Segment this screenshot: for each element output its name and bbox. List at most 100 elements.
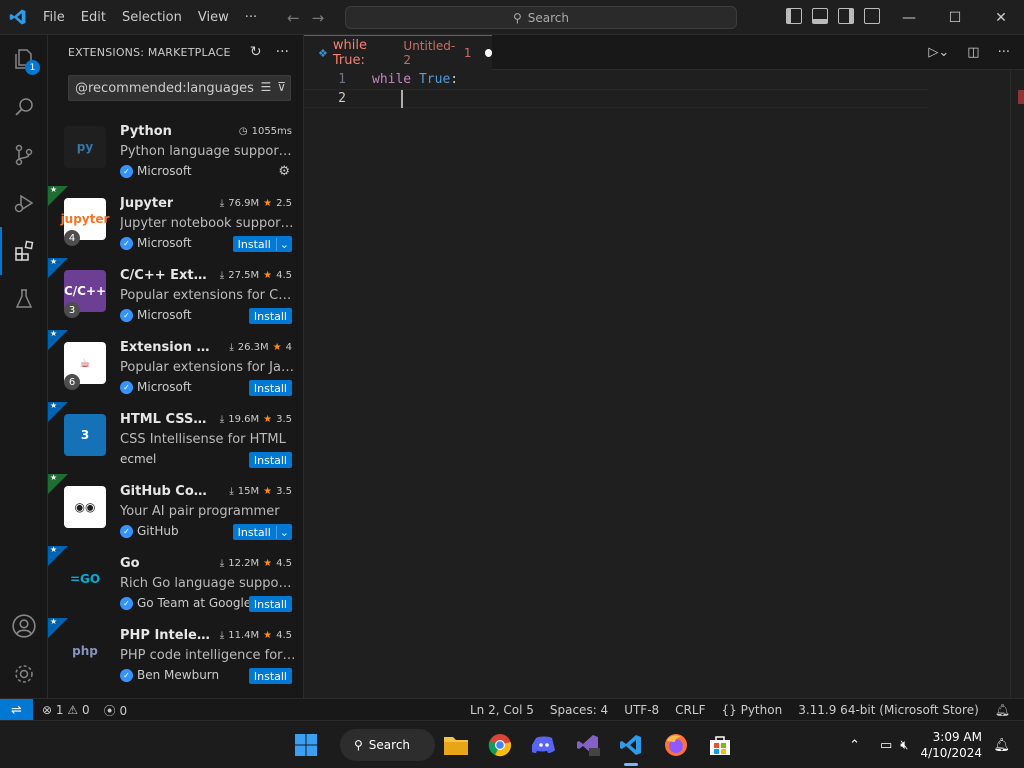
volume-muted-icon[interactable]: 🔇︎ [900,738,908,753]
show-hidden-icons-chevron-icon[interactable]: ⌃ [849,738,860,753]
install-button[interactable]: Install [248,668,292,684]
unsaved-dot-icon[interactable] [484,49,493,57]
manage-extension-gear-icon[interactable]: ⚙ [278,164,290,179]
install-button[interactable]: Install ⌄ [232,236,292,252]
install-button[interactable]: Install [248,596,292,612]
extension-name: Python [120,124,172,139]
extension-list-item[interactable]: ★☕6Extension Pa...⤓26.3M★4Popular extens… [48,329,303,402]
extension-list-item[interactable]: ★3HTML CSS S...⤓19.6M★3.5CSS Intellisens… [48,401,303,474]
install-dropdown-chevron-icon[interactable]: ⌄ [275,237,292,251]
command-center-search[interactable]: ⚲ Search [345,6,737,29]
line-endings[interactable]: CRLF [675,703,705,717]
taskbar-search-label: Search [368,738,411,752]
text-cursor [401,90,403,108]
extension-downloads: 15M [237,486,260,497]
chrome-app[interactable] [484,729,516,761]
filter-icon[interactable]: ⊽ [277,80,286,94]
tab-untitled-2[interactable]: ❖ while True: Untitled-2 1 [304,35,493,70]
command-center-label: Search [527,10,570,25]
problems-indicator[interactable]: ⊗ 1 ⚠ 0 [42,703,90,717]
clock[interactable]: 3:09 AM 4/10/2024 [920,729,982,761]
download-icon: ⤓ [219,630,225,641]
extension-description: Popular extensions for C++ ... [120,288,296,303]
close-button[interactable]: ✕ [978,0,1024,35]
extension-stats: ⤓ 11.4M ★ 4.5 [220,630,292,641]
firefox-app[interactable] [660,729,692,761]
extension-list-item[interactable]: ★ jupyter 4 Jupyter ⤓ 76.9M ★ 2.5 Jupyter notebo… [48,185,303,258]
split-editor-icon[interactable]: ◫ [967,45,979,60]
toggle-primary-sidebar-icon[interactable] [786,8,802,24]
install-dropdown-chevron-icon[interactable]: ⌄ [275,525,292,539]
verified-publisher-icon: ✓ [120,380,133,394]
extension-list-item[interactable]: ★ C/C++ 3 C/C++ Exte... ⤓ 27.5M ★ 4.5 Popular ex… [48,257,303,330]
visual-studio-preview-app[interactable] [572,729,604,761]
extension-list-item[interactable]: ★phpPHP Intelep...⤓11.4M★4.5PHP code int… [48,617,303,690]
menu-edit[interactable]: Edit [73,0,114,35]
vscode-app[interactable] [615,729,647,761]
manage-button[interactable] [0,650,48,698]
indentation[interactable]: Spaces: 4 [550,703,608,717]
search-view-button[interactable] [0,83,48,131]
encoding[interactable]: UTF-8 [624,703,659,717]
notification-bell-icon[interactable]: 🔔︎ [993,738,1010,753]
microsoft-store-app[interactable] [704,729,736,761]
menu-selection[interactable]: Selection [114,0,190,35]
refresh-icon[interactable]: ↻ [250,44,262,60]
run-python-file-icon[interactable]: ▷⌄ [928,45,949,60]
toggle-secondary-sidebar-icon[interactable] [838,8,854,24]
clear-filter-icon[interactable]: ☰ [260,80,271,94]
windows-start-button[interactable] [290,729,322,761]
extension-list-item[interactable]: ★◉◉GitHub Copilot⤓15M★3.5Your AI pair pr… [48,473,303,546]
extension-downloads: 76.9M [228,198,260,209]
code-editor[interactable]: 1 while True: 2 [304,70,1024,698]
ports-indicator[interactable]: ⦿ 0 [104,702,127,719]
menu-view[interactable]: View [190,0,237,35]
extension-icon-glyph: =GO [69,572,101,586]
explorer-button[interactable]: 1 [0,35,48,83]
extension-search-input[interactable]: @recommended:languages ☰ ⊽ [68,75,291,101]
extension-list-item[interactable]: py Python ◷1055ms Python language support w… [48,114,303,186]
language-mode[interactable]: {} Python [721,703,782,717]
extension-rating: 3.5 [276,486,292,497]
customize-layout-icon[interactable] [864,8,880,24]
notifications-bell-icon[interactable]: 🔔︎ [995,703,1010,717]
install-label: Install [237,237,271,251]
cursor-position[interactable]: Ln 2, Col 5 [470,703,534,717]
source-control-button[interactable] [0,131,48,179]
file-explorer-app[interactable] [440,729,472,761]
extension-list-item[interactable]: ★ =GO Go ⤓ 12.2M ★ 4.5 Rich Go language support… [48,545,303,618]
python-interpreter[interactable]: 3.11.9 64-bit (Microsoft Store) [798,703,979,717]
menu-bar: File Edit Selection View ··· [35,0,265,35]
remote-window-button[interactable]: ⇌ [0,699,33,721]
line-number: 2 [338,91,346,106]
python-file-icon: ❖ [318,46,328,60]
install-button[interactable]: Install ⌄ [232,524,292,540]
forward-arrow-icon[interactable]: → [312,9,325,27]
ports-count: 0 [119,703,128,718]
activity-bar: 1 [0,35,48,698]
publisher-name: Microsoft [137,380,192,394]
testing-button[interactable] [0,275,48,323]
accounts-button[interactable] [0,602,48,650]
run-debug-icon [14,194,34,213]
menu-file[interactable]: File [35,0,73,35]
rating-star-icon: ★ [263,486,273,497]
back-arrow-icon[interactable]: ← [287,9,300,27]
menu-more[interactable]: ··· [237,0,265,35]
install-button[interactable]: Install [248,308,292,324]
install-button[interactable]: Install [248,452,292,468]
extensions-button[interactable] [0,227,48,275]
run-debug-button[interactable] [0,179,48,227]
extensions-sidebar: EXTENSIONS: MARKETPLACE ↻ ··· @recommend… [48,35,304,698]
taskbar-search[interactable]: ⚲ Search [340,729,435,761]
more-actions-icon[interactable]: ··· [276,44,289,60]
editor-more-actions-icon[interactable]: ··· [998,45,1010,60]
toggle-panel-icon[interactable] [812,8,828,24]
display-icon[interactable]: ▭ [880,738,892,753]
maximize-button[interactable]: ☐ [932,0,978,35]
discord-app[interactable] [528,729,560,761]
editor-scrollbar[interactable] [1010,70,1024,698]
install-button[interactable]: Install [248,380,292,396]
title-bar: File Edit Selection View ··· ← → ⚲ Searc… [0,0,1024,35]
minimize-button[interactable]: — [886,0,932,35]
